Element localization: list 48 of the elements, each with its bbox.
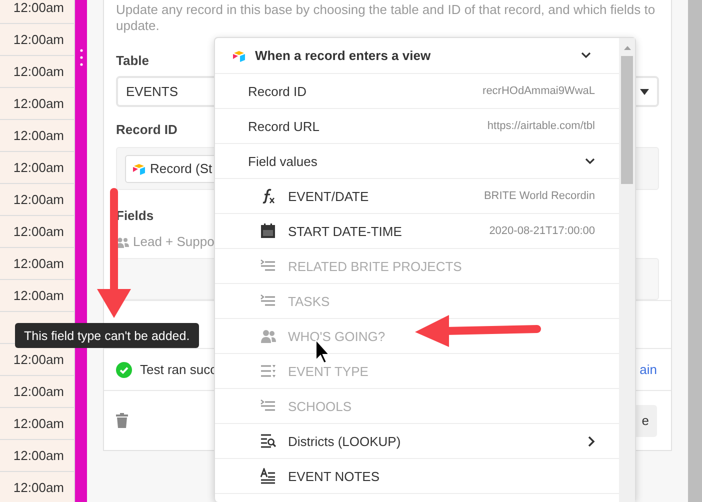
trash-icon[interactable] [116, 413, 128, 428]
menu-header: When a record enters a view [255, 48, 432, 63]
field-label: Record ID [116, 122, 178, 138]
time-label: 12:00am [0, 376, 74, 408]
menu-item[interactable]: Districts (LOOKUP) [215, 424, 619, 459]
menu-item[interactable]: EVENT/DATE BRITE World Recordin [215, 179, 619, 214]
time-label: 12:00am [0, 440, 74, 472]
time-label: 12:00am [0, 472, 74, 502]
people-icon [116, 236, 129, 248]
test-again-link[interactable]: ain [640, 362, 657, 377]
time-label: 12:00am [0, 280, 74, 312]
text-icon [260, 468, 276, 484]
tooltip: This field type can't be added. [15, 323, 199, 348]
time-label: 12:00am [0, 248, 74, 280]
time-label: 12:00am [0, 408, 74, 440]
logo-icon [232, 50, 246, 62]
chevron-down-icon[interactable] [581, 52, 591, 59]
caret-icon [640, 88, 649, 94]
function-icon [260, 188, 276, 204]
list-icon [260, 258, 276, 274]
check-icon [116, 362, 132, 378]
description-text: Update any record in this base by choosing the table and ID of that record, and which fields to update. [116, 2, 656, 34]
menu-item[interactable]: Record URL https://airtable.com/tbl [215, 109, 619, 144]
list-icon [260, 363, 276, 379]
time-label: 12:00am [0, 184, 74, 216]
field-name: Lead + Suppo [133, 234, 214, 250]
time-label: 12:00am [0, 216, 74, 248]
time-label: 12:00am [0, 120, 74, 152]
list-icon [260, 293, 276, 309]
scrollbar[interactable] [619, 38, 635, 502]
time-label: 12:00am [0, 88, 74, 120]
time-label: 12:00am [0, 0, 74, 24]
time-label: 12:00am [0, 56, 74, 88]
menu-item[interactable]: Record ID recrHOdAmmai9WwaL [215, 74, 619, 109]
menu-item[interactable]: EVENT NOTES [215, 459, 619, 494]
scroll-up-icon[interactable] [624, 46, 630, 50]
time-label: 12:00am [0, 152, 74, 184]
time-label: 12:00am [0, 24, 74, 56]
calendar-icon [260, 223, 276, 239]
menu-item[interactable]: START DATE-TIME 2020-08-21T17:00:00 [215, 214, 619, 249]
menu-item[interactable]: Field values [215, 144, 619, 179]
list-icon [260, 398, 276, 414]
people-icon [260, 328, 276, 344]
logo-icon [132, 162, 146, 174]
field-label: Table [116, 53, 149, 69]
drag-handle-icon[interactable] [80, 49, 82, 66]
lookup-icon [260, 433, 276, 449]
scrollbar-thumb[interactable] [621, 56, 633, 184]
